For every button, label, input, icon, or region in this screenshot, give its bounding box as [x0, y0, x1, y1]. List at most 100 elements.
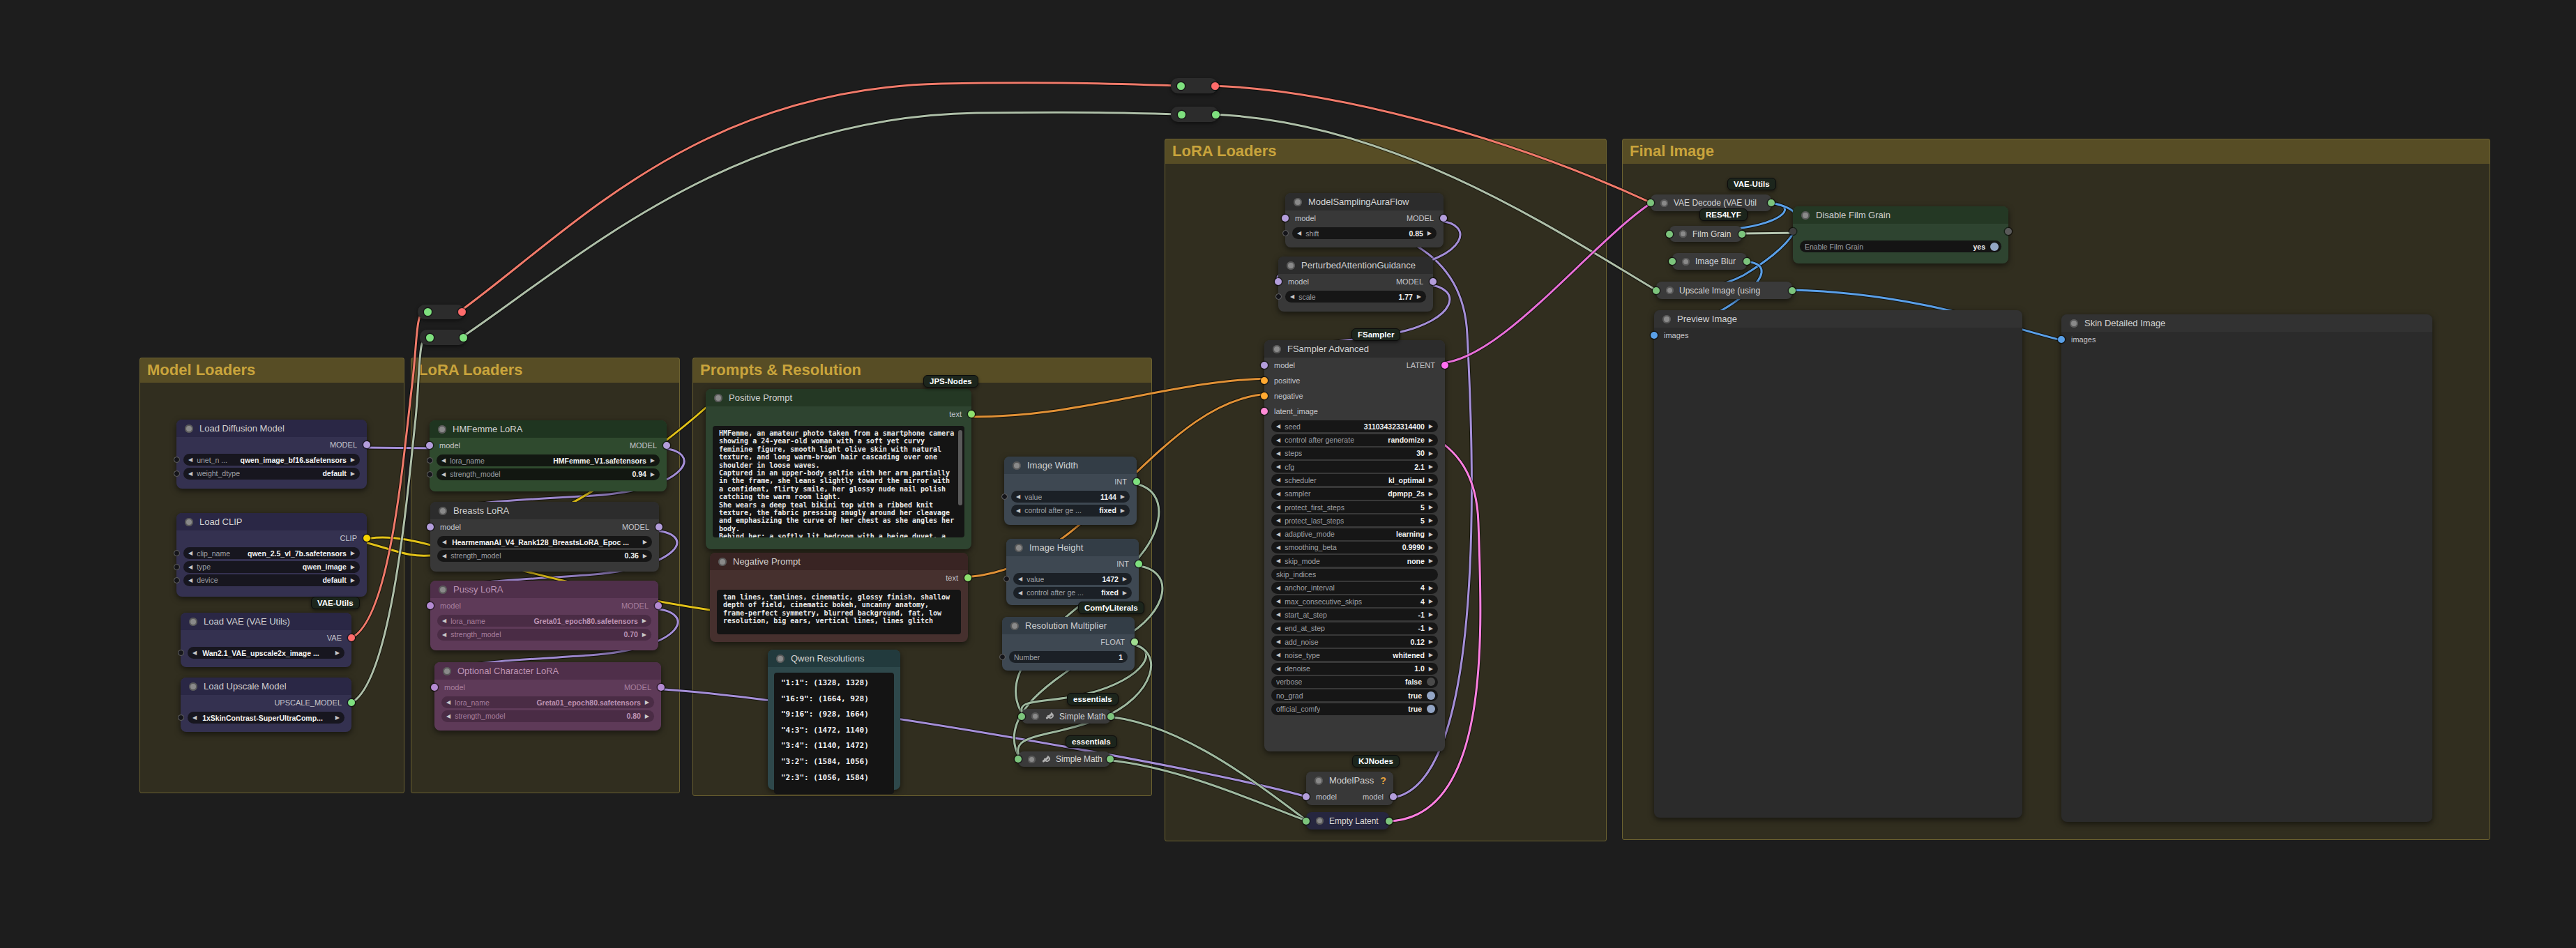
node-pussy-lora[interactable]: Pussy LoRAmodelMODEL◀lora_nameGreta01_ep… — [430, 581, 658, 650]
output-dot[interactable] — [1738, 231, 1745, 238]
node-titlebar[interactable]: PerturbedAttentionGuidance — [1278, 257, 1433, 274]
output-dot[interactable] — [1135, 560, 1142, 567]
output-dot[interactable] — [1440, 215, 1447, 222]
input-dot[interactable] — [1647, 199, 1654, 206]
node-titlebar[interactable]: Breasts LoRA — [430, 502, 659, 519]
widget-clip-name[interactable]: ◀clip_nameqwen_2.5_vl_7b.safetensors▶ — [183, 547, 360, 559]
output-dot[interactable] — [658, 684, 665, 691]
decrement-arrow[interactable]: ◀ — [1276, 517, 1280, 523]
reroute-dot[interactable] — [426, 334, 434, 342]
increment-arrow[interactable]: ▶ — [1417, 293, 1421, 300]
decrement-arrow[interactable]: ◀ — [1276, 585, 1280, 591]
decrement-arrow[interactable]: ◀ — [446, 713, 450, 719]
increment-arrow[interactable]: ▶ — [651, 471, 655, 477]
output-dot[interactable] — [1133, 478, 1140, 485]
decrement-arrow[interactable]: ◀ — [1276, 437, 1280, 443]
widget-steps[interactable]: ◀steps30▶ — [1271, 448, 1438, 459]
output-dot[interactable] — [363, 535, 370, 542]
collapse-dot[interactable] — [185, 518, 193, 526]
collapse-dot[interactable] — [1028, 756, 1036, 763]
widget-lora-name[interactable]: ◀lora_nameGreta01_epoch80.safetensors▶ — [437, 615, 651, 627]
widget-official-comfy[interactable]: official_comfytrue — [1271, 703, 1438, 715]
decrement-arrow[interactable]: ◀ — [1276, 450, 1280, 457]
increment-arrow[interactable]: ▶ — [1429, 585, 1433, 591]
widget-noise-type[interactable]: ◀noise_typewhitened▶ — [1271, 649, 1438, 661]
increment-arrow[interactable]: ▶ — [1429, 652, 1433, 658]
output-dot[interactable] — [656, 523, 662, 530]
widget-denoise[interactable]: ◀denoise1.0▶ — [1271, 663, 1438, 675]
widget-shift[interactable]: ◀shift0.85▶ — [1292, 227, 1437, 239]
widget-control-after-ge-[interactable]: ◀control after ge ...fixed▶ — [1011, 505, 1130, 517]
node-modelpass[interactable]: ModelPass?modelmodel — [1306, 772, 1393, 805]
increment-arrow[interactable]: ▶ — [1429, 544, 1433, 551]
increment-arrow[interactable]: ▶ — [1429, 491, 1433, 497]
node-image-width[interactable]: Image WidthINT◀value1144▶◀control after … — [1004, 457, 1137, 525]
widget-enable-film-grain[interactable]: Enable Film Grainyes — [1800, 240, 2001, 252]
output-dot[interactable] — [2005, 228, 2012, 235]
input-dot[interactable] — [1666, 231, 1673, 238]
input-dot[interactable] — [1653, 287, 1660, 294]
increment-arrow[interactable]: ▶ — [651, 457, 655, 464]
node-titlebar[interactable]: ModelPass? — [1306, 772, 1393, 789]
input-dot[interactable] — [1015, 756, 1022, 763]
node-positive-prompt[interactable]: Positive PrompttextHMFemme, an amateur p… — [706, 389, 971, 549]
decrement-arrow[interactable]: ◀ — [1276, 491, 1280, 497]
collapse-dot[interactable] — [185, 425, 193, 433]
reroute-dot[interactable] — [1212, 111, 1220, 118]
widget-value[interactable]: ◀HearmemanAI_V4_Rank128_BreastsLoRA_Epoc… — [437, 536, 652, 548]
collapse-dot[interactable] — [439, 507, 447, 515]
increment-arrow[interactable]: ▶ — [1429, 666, 1433, 672]
node-image-height[interactable]: Image HeightINT◀value1472▶◀control after… — [1006, 539, 1139, 605]
input-dot[interactable] — [1261, 392, 1268, 399]
input-dot[interactable] — [1789, 228, 1796, 235]
increment-arrow[interactable]: ▶ — [642, 618, 646, 624]
output-dot[interactable] — [1789, 287, 1796, 294]
reroute-upscale-top[interactable] — [1171, 107, 1218, 122]
collapse-dot[interactable] — [189, 618, 197, 626]
increment-arrow[interactable]: ▶ — [1123, 590, 1127, 596]
widget-skip-indices[interactable]: skip_indices — [1271, 569, 1438, 581]
collapse-dot[interactable] — [1679, 230, 1687, 238]
decrement-arrow[interactable]: ◀ — [1016, 507, 1020, 514]
toggle-knob[interactable] — [1427, 705, 1435, 713]
node-perturbed-attention-guidance[interactable]: PerturbedAttentionGuidancemodelMODEL◀sca… — [1278, 257, 1433, 312]
node-titlebar[interactable]: Qwen Resolutions — [768, 650, 900, 667]
widget-input-dot[interactable] — [427, 457, 433, 464]
node-titlebar[interactable]: Load Upscale Model — [181, 678, 351, 695]
node-resolution-multiplier[interactable]: Resolution MultiplierFLOATNumber1 — [1002, 617, 1135, 671]
widget-control-after-ge-[interactable]: ◀control after ge ...fixed▶ — [1013, 587, 1132, 599]
widget-input-dot[interactable] — [174, 550, 180, 556]
decrement-arrow[interactable]: ◀ — [1276, 544, 1280, 551]
input-dot[interactable] — [1018, 713, 1025, 720]
decrement-arrow[interactable]: ◀ — [188, 550, 192, 556]
decrement-arrow[interactable]: ◀ — [192, 650, 197, 656]
widget-input-dot[interactable] — [178, 650, 184, 656]
node-negative-prompt[interactable]: Negative Prompttexttan lines, tanlines, … — [710, 553, 968, 642]
increment-arrow[interactable]: ▶ — [1123, 576, 1127, 582]
reroute-vae-top[interactable] — [1171, 78, 1218, 93]
increment-arrow[interactable]: ▶ — [335, 650, 340, 656]
node-qwen-resolutions[interactable]: Qwen Resolutions"1:1": (1328, 1328)"16:9… — [768, 650, 900, 790]
increment-arrow[interactable]: ▶ — [1429, 611, 1433, 618]
decrement-arrow[interactable]: ◀ — [1276, 531, 1280, 537]
node-image-blur[interactable]: Image Blur — [1672, 253, 1747, 270]
widget-lora-name[interactable]: ◀lora_nameGreta01_epoch80.safetensors▶ — [441, 696, 654, 708]
input-dot[interactable] — [426, 442, 433, 449]
widget-value[interactable]: ◀Wan2.1_VAE_upscale2x_image ...▶ — [188, 647, 344, 659]
reroute-dot[interactable] — [1211, 82, 1219, 90]
increment-arrow[interactable]: ▶ — [351, 457, 355, 463]
node-film-grain[interactable]: Film Grain — [1669, 226, 1742, 242]
node-titlebar[interactable]: Load VAE (VAE Utils) — [181, 613, 351, 630]
node-titlebar[interactable]: Disable Film Grain — [1793, 206, 2008, 224]
widget-type[interactable]: ◀typeqwen_image▶ — [183, 561, 360, 573]
decrement-arrow[interactable]: ◀ — [1276, 423, 1280, 429]
output-dot[interactable] — [655, 602, 662, 609]
widget-device[interactable]: ◀devicedefault▶ — [183, 574, 360, 586]
input-dot[interactable] — [1261, 362, 1268, 369]
widget-strength-model[interactable]: ◀strength_model0.36▶ — [437, 550, 652, 562]
input-dot[interactable] — [427, 602, 434, 609]
output-dot[interactable] — [1131, 639, 1138, 645]
node-titlebar[interactable]: Image Width — [1004, 457, 1137, 474]
increment-arrow[interactable]: ▶ — [1427, 230, 1432, 236]
decrement-arrow[interactable]: ◀ — [1276, 504, 1280, 510]
